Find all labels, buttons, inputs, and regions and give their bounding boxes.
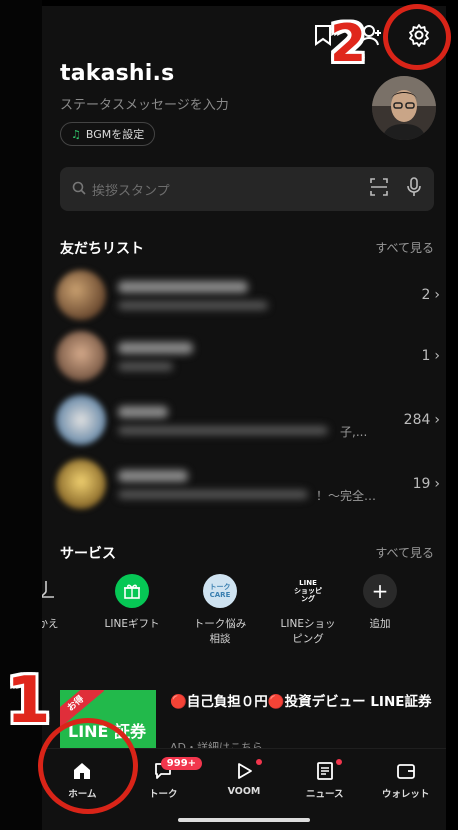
annotation-number-one: 1 — [6, 664, 51, 738]
friend-group-row[interactable]: 1 › — [56, 324, 440, 388]
friend-text-blurred — [118, 341, 421, 371]
friend-count: 2 › — [421, 287, 440, 303]
service-label: 追加 — [369, 618, 391, 630]
friend-avatar — [56, 395, 106, 445]
news-icon — [316, 762, 333, 780]
scan-icon[interactable] — [370, 178, 388, 200]
chevron-right-icon: › — [434, 476, 440, 492]
notification-dot — [255, 759, 262, 765]
bgm-label: BGMを設定 — [85, 128, 145, 141]
friend-group-row[interactable]: 2 › — [56, 263, 440, 327]
home-indicator[interactable] — [178, 818, 310, 822]
friends-section-title: 友だちリスト — [60, 241, 144, 257]
unread-badge: 999+ — [160, 757, 203, 770]
service-label: かえ — [42, 618, 59, 630]
services-row: かえ LINEギフト トーク CARE トーク悩み 相談 LINE ショッピング… — [42, 574, 446, 664]
plus-icon: + — [363, 574, 397, 608]
services-section-title: サービス — [60, 546, 116, 562]
friend-text-blurred — [118, 280, 421, 310]
message-snippet: 子,... — [340, 425, 368, 439]
services-see-all-link[interactable]: すべて見る — [375, 544, 434, 561]
friend-avatar — [56, 270, 106, 320]
search-input[interactable]: 挨拶スタンプ — [92, 180, 370, 199]
service-label: LINEショッ ピング — [280, 618, 336, 645]
music-note-icon: ♫ — [71, 127, 81, 141]
profile-avatar[interactable] — [372, 76, 436, 140]
friend-avatar — [56, 331, 106, 381]
talk-care-icon: トーク CARE — [203, 574, 237, 608]
friend-count: 284 › — [403, 412, 440, 428]
service-label: トーク悩み 相談 — [193, 618, 247, 645]
annotation-number-two: 2 — [330, 14, 367, 74]
friends-see-all-link[interactable]: すべて見る — [375, 239, 434, 256]
nav-label: ウォレット — [381, 789, 430, 800]
wallet-icon — [396, 764, 415, 779]
home-screen: takashi.s ステータスメッセージを入力 ♫ BGMを設定 挨拶スタンプ — [42, 6, 446, 830]
annotation-circle-settings — [383, 4, 451, 70]
service-line-gift[interactable]: LINEギフト — [88, 574, 176, 632]
line-shopping-icon: LINE ショッピング — [291, 574, 325, 608]
chevron-right-icon: › — [434, 412, 440, 428]
chevron-right-icon: › — [434, 348, 440, 364]
chevron-right-icon: › — [434, 287, 440, 303]
microphone-icon[interactable] — [406, 177, 422, 201]
service-add[interactable]: + 追加 — [352, 574, 408, 632]
search-actions — [370, 177, 422, 201]
search-bar[interactable]: 挨拶スタンプ — [60, 167, 434, 211]
bgm-button[interactable]: ♫ BGMを設定 — [60, 122, 156, 146]
service-icon — [42, 574, 65, 608]
service-partial[interactable]: かえ — [42, 574, 68, 632]
nav-label: トーク — [148, 789, 178, 800]
search-icon — [72, 180, 86, 199]
ad-title[interactable]: 🔴自己負担０円🔴投資デビュー LINE証券 — [170, 692, 438, 713]
annotation-circle-home — [38, 718, 138, 814]
service-talk-care[interactable]: トーク CARE トーク悩み 相談 — [176, 574, 264, 647]
service-label: LINEギフト — [104, 618, 160, 630]
nav-label: VOOM — [227, 786, 261, 797]
message-snippet: ！〜完全… — [316, 489, 377, 503]
friend-count: 19 › — [412, 476, 440, 492]
notification-dot — [336, 759, 343, 765]
friend-group-row[interactable]: 284 › — [56, 388, 440, 452]
friend-count: 1 › — [421, 348, 440, 364]
nav-label: ニュース — [306, 789, 344, 800]
friend-group-row[interactable]: 19 › — [56, 452, 440, 516]
service-line-shopping[interactable]: LINE ショッピング LINEショッ ピング — [264, 574, 352, 647]
status-message-input[interactable]: ステータスメッセージを入力 — [60, 94, 229, 113]
profile-name[interactable]: takashi.s — [60, 61, 174, 86]
friend-avatar — [56, 459, 106, 509]
nav-wallet[interactable]: ウォレット — [365, 749, 446, 830]
voom-play-icon — [238, 763, 252, 779]
gift-icon — [115, 574, 149, 608]
